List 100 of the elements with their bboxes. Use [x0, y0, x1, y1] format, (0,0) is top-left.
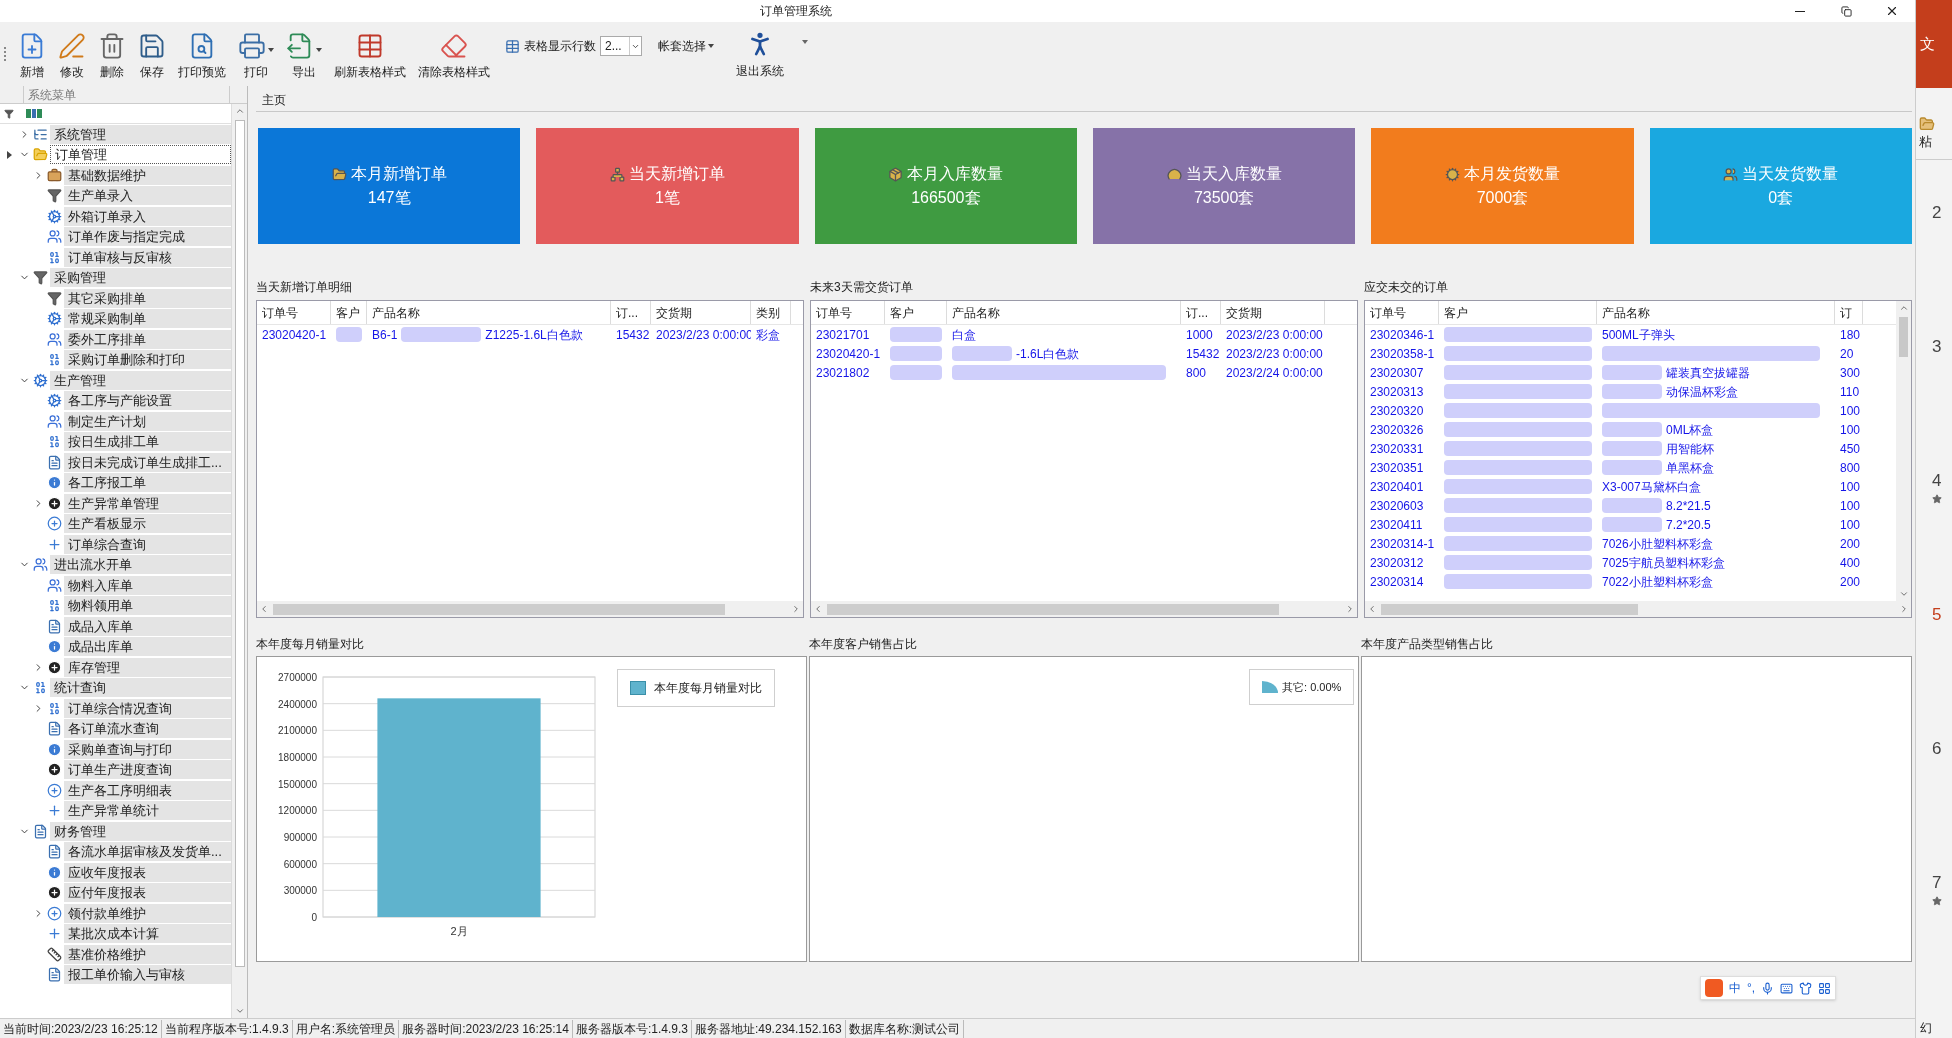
menu-item[interactable]: 常规采购制单 — [64, 309, 231, 329]
menu-item[interactable]: 应付年度报表 — [64, 883, 231, 903]
stat-card[interactable]: 当天新增订单 1笔 — [536, 128, 799, 244]
menu-item[interactable]: 订单管理 — [50, 145, 231, 165]
menu-item[interactable]: 按日生成排工单 — [64, 432, 231, 452]
menu-item[interactable]: 成品出库单 — [64, 637, 231, 657]
menu-item[interactable]: 生产异常单统计 — [64, 801, 231, 821]
ime-punctuation[interactable]: °, — [1747, 979, 1756, 997]
menu-item[interactable]: 应收年度报表 — [64, 862, 231, 882]
menu-item[interactable]: 生产单录入 — [64, 186, 231, 206]
menu-item[interactable]: 物料入库单 — [64, 575, 231, 595]
toolbar-button[interactable]: 修改 — [53, 25, 91, 83]
microphone-icon[interactable] — [1761, 981, 1775, 995]
column-header[interactable]: 交货期 — [1221, 301, 1325, 324]
toolbar-button[interactable]: 清除表格样式 — [413, 25, 495, 83]
stat-card[interactable]: 本月入库数量 166500套 — [814, 128, 1077, 244]
menu-item[interactable]: 采购订单删除和打印 — [64, 350, 231, 370]
menu-item[interactable]: 订单综合情况查询 — [64, 698, 231, 718]
ribbon-tab[interactable]: 文 — [1916, 0, 1952, 88]
menu-item[interactable]: 成品入库单 — [64, 616, 231, 636]
account-menu[interactable]: 帐套选择 — [658, 37, 714, 55]
vertical-scrollbar[interactable] — [231, 104, 247, 1018]
menu-item[interactable]: 某批次成本计算 — [64, 924, 231, 944]
menu-item[interactable]: 基准价格维护 — [64, 944, 231, 964]
slide-number[interactable]: 7 — [1932, 870, 1952, 896]
column-header[interactable]: 订 — [1835, 301, 1863, 324]
horizontal-scrollbar[interactable] — [257, 601, 803, 617]
scroll-up-icon[interactable] — [234, 106, 245, 116]
menu-item[interactable]: 制定生产计划 — [64, 411, 231, 431]
slide-number[interactable]: 2 — [1932, 200, 1952, 226]
toolbar-button[interactable]: 刷新表格样式 — [329, 25, 411, 83]
column-header[interactable]: 订单号 — [257, 301, 331, 324]
horizontal-scrollbar[interactable] — [1365, 601, 1911, 617]
menu-item[interactable]: 生产异常单管理 — [64, 493, 231, 513]
scroll-up-icon[interactable] — [1898, 303, 1909, 313]
scroll-thumb[interactable] — [234, 120, 245, 967]
toolbar-button[interactable]: 删除 — [93, 25, 131, 83]
scroll-thumb[interactable] — [1899, 317, 1908, 357]
menu-item[interactable]: 采购管理 — [50, 268, 231, 288]
scroll-left-icon[interactable] — [813, 604, 823, 614]
column-header[interactable]: 订单号 — [811, 301, 885, 324]
menu-item[interactable]: 各订单流水查询 — [64, 719, 231, 739]
scroll-right-icon[interactable] — [1345, 604, 1355, 614]
toolbar-button[interactable]: 新增 — [13, 25, 51, 83]
scroll-down-icon[interactable] — [1898, 589, 1909, 599]
scroll-right-icon[interactable] — [1899, 604, 1909, 614]
menu-item[interactable]: 各流水单据审核及发货单... — [64, 842, 231, 862]
menu-item[interactable]: 订单综合查询 — [64, 534, 231, 554]
menu-item[interactable]: 采购单查询与打印 — [64, 739, 231, 759]
column-header[interactable]: 产品名称 — [367, 301, 611, 324]
toolbar-button[interactable]: 打印 — [233, 25, 279, 83]
menu-item[interactable]: 委外工序排单 — [64, 329, 231, 349]
horizontal-scrollbar[interactable] — [811, 601, 1357, 617]
column-header[interactable]: 客户 — [885, 301, 947, 324]
column-header[interactable]: 客户 — [1439, 301, 1597, 324]
column-header[interactable]: 订... — [1181, 301, 1221, 324]
stat-card[interactable]: 本月新增订单 147笔 — [258, 128, 521, 244]
menu-item[interactable]: 生产各工序明细表 — [64, 780, 231, 800]
toolbar-button[interactable]: 打印预览 — [173, 25, 231, 83]
slide-number[interactable]: 3 — [1932, 334, 1952, 360]
rows-select[interactable]: 2... — [600, 36, 642, 56]
menu-item[interactable]: 库存管理 — [64, 657, 231, 677]
column-header[interactable]: 订单号 — [1365, 301, 1439, 324]
menu-item[interactable]: 领付款单维护 — [64, 903, 231, 923]
menu-item[interactable]: 生产看板显示 — [64, 514, 231, 534]
menu-item[interactable]: 订单作废与指定完成 — [64, 227, 231, 247]
scroll-left-icon[interactable] — [259, 604, 269, 614]
menu-item[interactable]: 外箱订单录入 — [64, 206, 231, 226]
toolbar-button[interactable]: 导出 — [281, 25, 327, 83]
scroll-left-icon[interactable] — [1367, 604, 1377, 614]
scroll-down-icon[interactable] — [234, 1006, 245, 1016]
menu-item[interactable]: 其它采购排单 — [64, 288, 231, 308]
sort-alpha-icon[interactable] — [26, 109, 42, 118]
keyboard-icon[interactable] — [1780, 981, 1794, 995]
ime-mode[interactable]: 中 — [1729, 979, 1741, 997]
stat-card[interactable]: 当天入库数量 73500套 — [1093, 128, 1356, 244]
menu-item[interactable]: 订单生产进度查询 — [64, 760, 231, 780]
menu-item[interactable]: 财务管理 — [50, 821, 231, 841]
slide-number[interactable]: 6 — [1932, 736, 1952, 762]
menu-item[interactable]: 各工序与产能设置 — [64, 391, 231, 411]
shirt-icon[interactable] — [1799, 981, 1813, 995]
menu-item[interactable]: 物料领用单 — [64, 596, 231, 616]
menu-item[interactable]: 各工序报工单 — [64, 473, 231, 493]
menu-item[interactable]: 基础数据维护 — [64, 165, 231, 185]
toolbar-button[interactable]: 保存 — [133, 25, 171, 83]
scroll-right-icon[interactable] — [791, 604, 801, 614]
column-header[interactable]: 产品名称 — [947, 301, 1181, 324]
menu-item[interactable]: 报工单价输入与审核 — [64, 965, 231, 985]
menu-item[interactable]: 订单审核与反审核 — [64, 247, 231, 267]
column-header[interactable]: 客户 — [331, 301, 367, 324]
menu-item[interactable]: 系统管理 — [50, 124, 231, 144]
menu-item[interactable]: 进出流水开单 — [50, 555, 231, 575]
column-header[interactable]: 类别 — [751, 301, 791, 324]
column-header[interactable]: 交货期 — [651, 301, 751, 324]
exit-button[interactable]: 退出系统 — [732, 25, 788, 83]
slide-number[interactable]: 5 — [1932, 602, 1952, 628]
funnel-icon[interactable] — [4, 108, 14, 119]
slide-number[interactable]: 4 — [1932, 468, 1952, 494]
menu-item[interactable]: 按日未完成订单生成排工... — [64, 452, 231, 472]
column-header[interactable]: 订... — [611, 301, 651, 324]
